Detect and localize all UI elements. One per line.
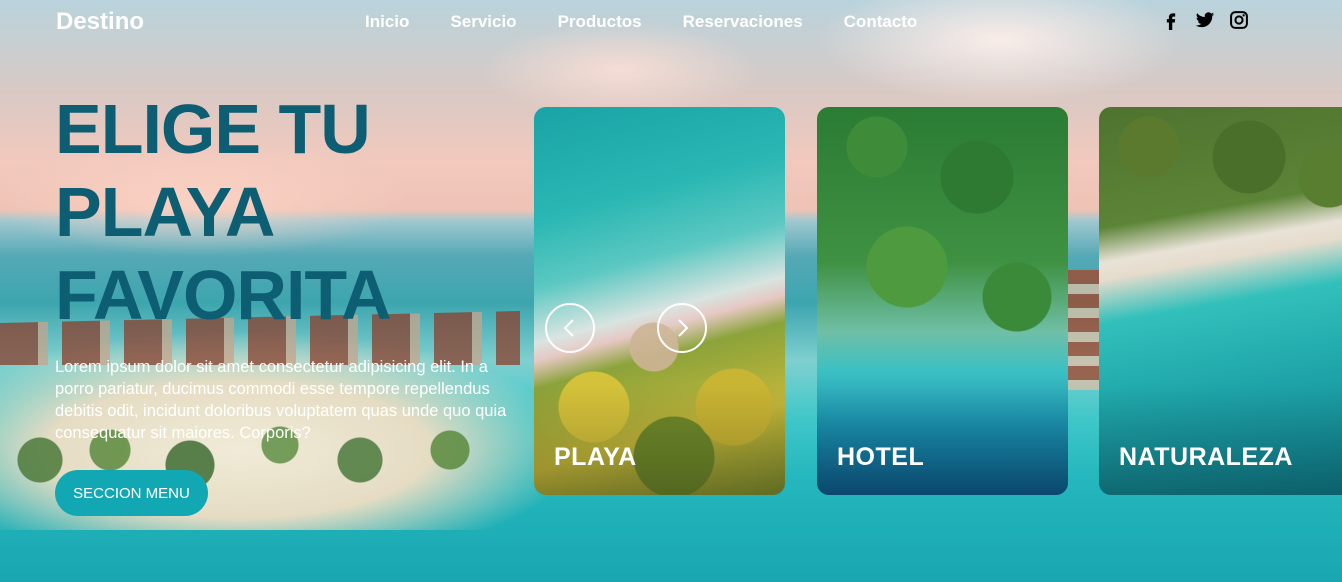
card-label-naturaleza: NATURALEZA (1119, 443, 1293, 471)
nav-item-reservaciones[interactable]: Reservaciones (683, 12, 803, 32)
chevron-left-icon (563, 319, 574, 337)
social-links (1160, 9, 1250, 31)
slider-prev-button[interactable] (545, 303, 595, 353)
hero-description: Lorem ipsum dolor sit amet consectetur a… (55, 358, 507, 442)
card-label-hotel: HOTEL (837, 443, 925, 471)
facebook-icon[interactable] (1160, 9, 1182, 31)
chevron-right-icon (678, 319, 689, 337)
twitter-icon[interactable] (1194, 9, 1216, 31)
nav-item-servicio[interactable]: Servicio (450, 12, 516, 32)
card-naturaleza[interactable]: NATURALEZA (1099, 107, 1342, 495)
instagram-icon[interactable] (1228, 9, 1250, 31)
nav-item-contacto[interactable]: Contacto (844, 12, 918, 32)
main-nav: Inicio Servicio Productos Reservaciones … (365, 12, 958, 32)
hero-title: ELIGE TU PLAYA FAVORITA (55, 90, 392, 334)
site-logo[interactable]: Destino (56, 8, 144, 36)
slider-next-button[interactable] (657, 303, 707, 353)
nav-item-productos[interactable]: Productos (558, 12, 642, 32)
nav-item-inicio[interactable]: Inicio (365, 12, 409, 32)
seccion-menu-button[interactable]: SECCION MENU (55, 470, 208, 516)
card-label-playa: PLAYA (554, 443, 637, 471)
card-hotel[interactable]: HOTEL (817, 107, 1068, 495)
page: Destino Inicio Servicio Productos Reserv… (0, 0, 1342, 582)
card-playa[interactable]: PLAYA (534, 107, 785, 495)
